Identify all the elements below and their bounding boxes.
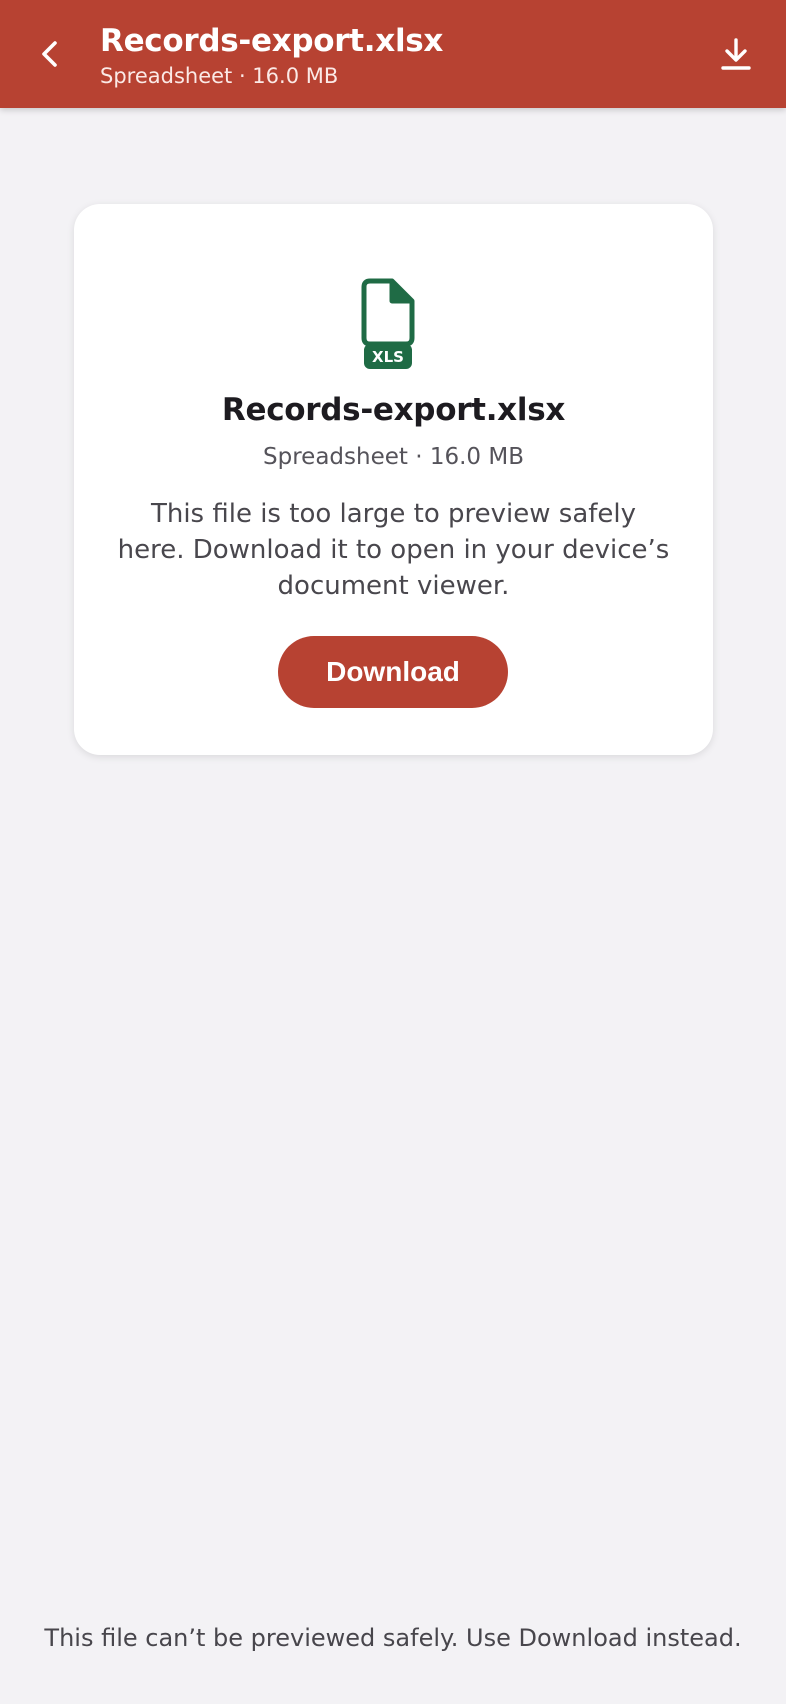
preview-message: This file is too large to preview safely…	[117, 499, 670, 601]
file-name: Records-export.xlsx	[221, 392, 566, 428]
page-subtitle: Spreadsheet · 16.0 MB	[100, 64, 339, 88]
preview-unavailable-card: XLS Records-export.xlsx Spreadsheet · 16…	[74, 204, 713, 755]
app-bar: Records-export.xlsx Spreadsheet · 16.0 M…	[0, 0, 786, 108]
page-title: Records-export.xlsx	[100, 23, 444, 59]
chevron-left-icon	[42, 41, 57, 67]
download-icon-button[interactable]	[710, 28, 762, 80]
download-icon	[721, 38, 751, 70]
file-meta: Spreadsheet · 16.0 MB	[263, 444, 524, 470]
file-badge: XLS	[372, 348, 404, 366]
download-button[interactable]: Download	[278, 636, 508, 708]
app-bar-titles: Records-export.xlsx Spreadsheet · 16.0 M…	[100, 22, 443, 90]
spreadsheet-file-icon: XLS	[361, 278, 415, 369]
footer-note: This file can’t be previewed safely. Use…	[44, 1624, 742, 1652]
back-button[interactable]	[22, 26, 78, 82]
